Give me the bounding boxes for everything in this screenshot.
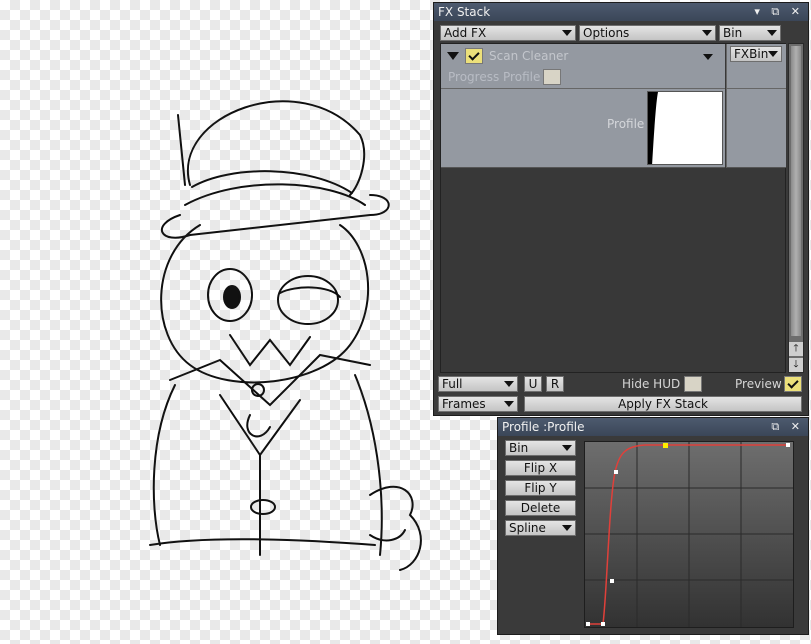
curve-control-point <box>610 579 614 583</box>
effect-menu-chevron-icon[interactable] <box>703 54 713 60</box>
flip-y-label: Flip Y <box>524 481 557 495</box>
profile-row-side <box>726 89 786 168</box>
collapse-triangle-icon[interactable] <box>447 52 459 60</box>
scroll-thumb[interactable] <box>791 46 801 336</box>
r-button[interactable]: R <box>546 376 564 392</box>
frames-dropdown[interactable]: Frames <box>438 396 518 412</box>
chevron-down-icon <box>562 30 572 36</box>
curve-control-point-selected <box>663 443 668 448</box>
effect-side-header: FXBin <box>726 44 786 89</box>
fx-stack-title: FX Stack <box>438 5 491 19</box>
delete-label: Delete <box>520 501 561 515</box>
progress-profile-toggle[interactable] <box>543 69 561 85</box>
fx-stack-panel: FX Stack ▾ ⧉ ✕ Add FX Options Bin Scan C… <box>433 2 809 416</box>
curve-editor[interactable] <box>584 441 794 628</box>
chevron-down-icon <box>702 30 712 36</box>
fx-stack-titlebar[interactable]: FX Stack ▾ ⧉ ✕ <box>434 3 808 21</box>
delete-button[interactable]: Delete <box>505 500 576 516</box>
u-button[interactable]: U <box>524 376 542 392</box>
curve-graph <box>585 442 793 627</box>
interpolation-value: Spline <box>509 521 546 535</box>
effect-name: Scan Cleaner <box>489 49 569 63</box>
add-fx-dropdown[interactable]: Add FX <box>440 25 576 41</box>
chevron-down-icon <box>562 445 572 451</box>
apply-label: Apply FX Stack <box>618 397 708 411</box>
curve-control-point <box>601 622 605 626</box>
profile-titlebar[interactable]: Profile :Profile ⧉ ✕ <box>498 418 808 436</box>
flip-x-label: Flip X <box>523 461 558 475</box>
apply-fx-stack-button[interactable]: Apply FX Stack <box>524 396 802 412</box>
profile-panel: Profile :Profile ⧉ ✕ Bin Flip X Flip Y D… <box>497 417 809 635</box>
profile-bin-value: Bin <box>509 441 529 455</box>
profile-curve-preview <box>648 92 658 164</box>
progress-profile-label: Progress Profile <box>448 70 541 84</box>
interpolation-dropdown[interactable]: Spline <box>505 520 576 536</box>
preview-checkbox[interactable] <box>784 376 802 392</box>
effect-enabled-checkbox[interactable] <box>465 48 483 64</box>
frames-value: Frames <box>442 397 486 411</box>
flip-x-button[interactable]: Flip X <box>505 460 576 476</box>
hide-hud-label: Hide HUD <box>622 377 681 391</box>
vertical-scrollbar[interactable]: 🡑 🡓 <box>788 43 804 373</box>
chevron-down-icon <box>504 401 514 407</box>
profile-row: Profile <box>441 89 725 168</box>
panel-controls[interactable]: ▾ ⧉ ✕ <box>754 3 804 21</box>
curve-control-point <box>614 470 618 474</box>
flip-y-button[interactable]: Flip Y <box>505 480 576 496</box>
scroll-down-arrow-icon[interactable]: 🡓 <box>789 358 803 372</box>
fxbin-dropdown[interactable]: FXBin <box>730 46 782 62</box>
profile-bin-dropdown[interactable]: Bin <box>505 440 576 456</box>
r-label: R <box>550 377 560 391</box>
sketch-drawing <box>149 100 422 571</box>
panel-controls[interactable]: ⧉ ✕ <box>771 418 804 436</box>
profile-panel-title: Profile :Profile <box>502 420 585 434</box>
bin-label: Bin <box>723 26 743 40</box>
profile-label: Profile <box>607 117 645 131</box>
u-label: U <box>528 377 538 391</box>
quality-value: Full <box>442 377 463 391</box>
bin-dropdown[interactable]: Bin <box>719 25 781 41</box>
scroll-up-arrow-icon[interactable]: 🡑 <box>789 342 803 356</box>
options-dropdown[interactable]: Options <box>579 25 716 41</box>
fxbin-label: FXBin <box>734 47 769 61</box>
add-fx-label: Add FX <box>444 26 487 40</box>
curve-control-point <box>786 443 790 447</box>
hide-hud-toggle[interactable] <box>684 376 702 392</box>
options-label: Options <box>583 26 630 40</box>
chevron-down-icon <box>504 381 514 387</box>
preview-label: Preview <box>735 377 782 391</box>
chevron-down-icon <box>768 51 778 57</box>
quality-dropdown[interactable]: Full <box>438 376 518 392</box>
effect-header: Scan Cleaner Progress Profile <box>441 44 725 89</box>
curve-control-point <box>586 622 590 626</box>
chevron-down-icon <box>562 525 572 531</box>
effect-stack-area: Scan Cleaner Progress Profile FXBin Prof… <box>440 43 786 373</box>
profile-thumbnail[interactable] <box>647 91 723 165</box>
chevron-down-icon <box>767 30 777 36</box>
